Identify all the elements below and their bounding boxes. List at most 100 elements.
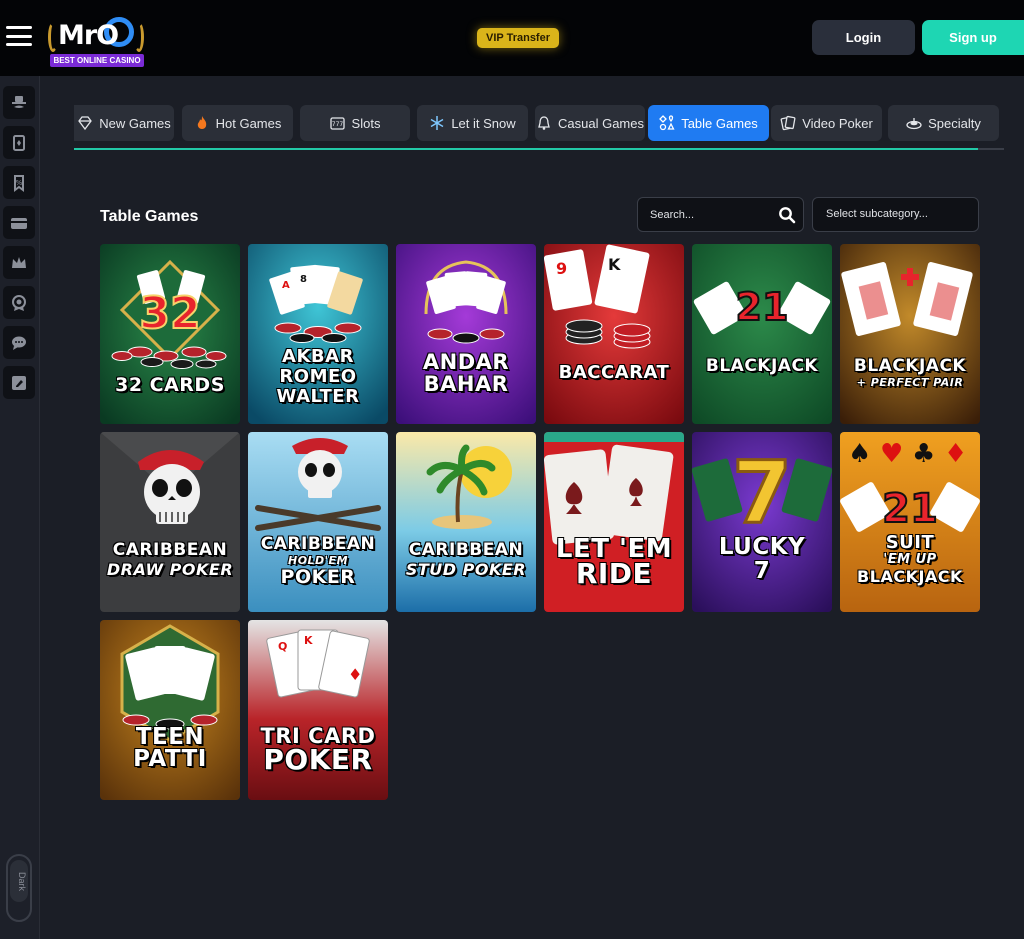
game-art: 21 [692, 244, 832, 424]
game-art: 9 K [544, 244, 684, 424]
tab-label: Slots [351, 115, 381, 131]
tab-label: Specialty [928, 115, 981, 131]
game-tile-let-em-ride[interactable]: LET 'EM RIDE [544, 432, 684, 612]
tab-label: Video Poker [802, 115, 873, 131]
game-title-line: ROMEO [279, 366, 357, 387]
game-tile-teen-patti[interactable]: TEEN PATTI [100, 620, 240, 800]
tab-video-poker[interactable]: Video Poker [771, 105, 882, 141]
tab-label: Hot Games [215, 115, 282, 131]
game-title: BLACKJACK [705, 356, 819, 376]
game-tile-32-cards[interactable]: 32 32 CARDS [100, 244, 240, 424]
game-title-line: BAHAR [423, 372, 509, 396]
game-title-line: POKER [280, 566, 356, 588]
section-title: Table Games [100, 208, 199, 225]
tab-label: Casual Games [558, 115, 644, 131]
game-tile-blackjack[interactable]: 21 BLACKJACK [692, 244, 832, 424]
search-box[interactable] [637, 197, 804, 232]
theme-toggle[interactable]: Dark [6, 854, 32, 922]
game-tile-blackjack-perfect-pair[interactable]: BLACKJACK + PERFECT PAIR [840, 244, 980, 424]
award-badge-icon [12, 294, 26, 311]
hat-mustache-icon [12, 95, 26, 108]
game-art: 7 [692, 432, 832, 612]
svg-text:♠: ♠ [848, 439, 871, 469]
tab-label: Table Games [681, 115, 758, 131]
sidebar-item-tournaments[interactable] [3, 286, 35, 319]
game-title-line: STUD POKER [405, 560, 527, 579]
game-title: BACCARAT [558, 362, 670, 383]
login-button[interactable]: Login [812, 20, 915, 55]
svg-text:♦: ♦ [944, 439, 967, 469]
subcategory-select[interactable]: Select subcategory... [812, 197, 979, 232]
snowflake-icon [430, 116, 444, 130]
game-tile-tri-card-poker[interactable]: Q K ♦ TRI CARD POKER [248, 620, 388, 800]
game-title-line: 'EM UP [883, 552, 937, 567]
search-icon[interactable] [778, 206, 796, 224]
category-tabs: New Games Hot Games 777 Slots Let it Sno… [74, 105, 1004, 141]
tab-label: Let it Snow [451, 115, 516, 131]
poker-cards-icon [780, 115, 796, 131]
game-title-line: LUCKY [718, 534, 806, 560]
discount-tag-icon: % [14, 174, 24, 192]
game-tile-caribbean-holdem-poker[interactable]: CARIBBEAN HOLD'EM POKER [248, 432, 388, 612]
game-title-line: CARIBBEAN [408, 540, 524, 560]
badge-number: 32 [139, 288, 200, 339]
roulette-icon [906, 118, 922, 130]
game-title-line: 7 [753, 558, 771, 584]
svg-text:8: 8 [300, 274, 307, 285]
sidebar: % Dark [0, 76, 40, 939]
sidebar-item-promotions[interactable]: % [3, 166, 35, 199]
game-title-line: RIDE [575, 557, 653, 590]
tab-specialty[interactable]: Specialty [888, 105, 999, 141]
svg-text:21: 21 [736, 285, 789, 329]
sidebar-item-vip[interactable] [3, 246, 35, 279]
game-tile-akbar-romeo-walter[interactable]: A 8 AKBAR ROMEO WALTER [248, 244, 388, 424]
menu-icon[interactable] [6, 26, 32, 46]
svg-text:777: 777 [331, 121, 343, 128]
credit-card-icon [11, 217, 27, 229]
table-games-icon [659, 115, 675, 131]
game-tile-baccarat[interactable]: 9 K BACCARAT [544, 244, 684, 424]
tab-new-games[interactable]: New Games [74, 105, 174, 141]
svg-text:K: K [304, 634, 313, 647]
tab-table-games[interactable]: Table Games [648, 105, 769, 141]
sidebar-item-cards[interactable] [3, 126, 35, 159]
sidebar-item-profile[interactable] [3, 86, 35, 119]
logo[interactable]: MrO BEST ONLINE CASINO [48, 14, 144, 70]
svg-text:♥: ♥ [880, 439, 903, 469]
sidebar-item-blog[interactable] [3, 366, 35, 399]
game-subtitle: + PERFECT PAIR [856, 376, 964, 389]
tab-underline-track [978, 148, 1004, 150]
sidebar-item-payments[interactable] [3, 206, 35, 239]
game-tile-caribbean-draw-poker[interactable]: CARIBBEAN DRAW POKER [100, 432, 240, 612]
tab-let-it-snow[interactable]: Let it Snow [417, 105, 528, 141]
vip-transfer-button[interactable]: VIP Transfer [477, 28, 559, 48]
game-title-line: POKER [263, 743, 373, 776]
svg-text:♣: ♣ [912, 439, 935, 469]
game-tile-lucky-7[interactable]: 7 LUCKY 7 [692, 432, 832, 612]
game-tile-caribbean-stud-poker[interactable]: CARIBBEAN STUD POKER [396, 432, 536, 612]
game-tile-suit-em-up-blackjack[interactable]: ♠ ♥ ♣ ♦ 21 SUIT 'EM UP BLACKJACK [840, 432, 980, 612]
svg-text:K: K [608, 255, 621, 274]
game-art [100, 620, 240, 800]
search-input[interactable] [650, 206, 770, 224]
game-title-line: SUIT [885, 532, 935, 553]
crown-icon [12, 256, 26, 268]
game-title-line: ANDAR [422, 350, 510, 374]
game-art [396, 244, 536, 424]
game-tile-andar-bahar[interactable]: ANDAR BAHAR [396, 244, 536, 424]
top-bar: MrO BEST ONLINE CASINO VIP Transfer Logi… [0, 0, 1024, 76]
game-title-line: WALTER [276, 386, 360, 407]
game-art: 32 [100, 244, 240, 424]
tab-hot-games[interactable]: Hot Games [182, 105, 293, 141]
edit-note-icon [12, 375, 26, 390]
signup-button[interactable]: Sign up [922, 20, 1024, 55]
tab-slots[interactable]: 777 Slots [300, 105, 410, 141]
tab-casual-games[interactable]: Casual Games [535, 105, 645, 141]
logo-text: MrO [58, 20, 119, 51]
slot-machine-icon: 777 [329, 117, 345, 130]
svg-text:A: A [282, 280, 290, 291]
game-title-line: HOLD'EM [287, 554, 349, 567]
theme-toggle-label: Dark [17, 872, 27, 892]
game-title-line: DRAW POKER [106, 560, 234, 579]
sidebar-item-support[interactable] [3, 326, 35, 359]
